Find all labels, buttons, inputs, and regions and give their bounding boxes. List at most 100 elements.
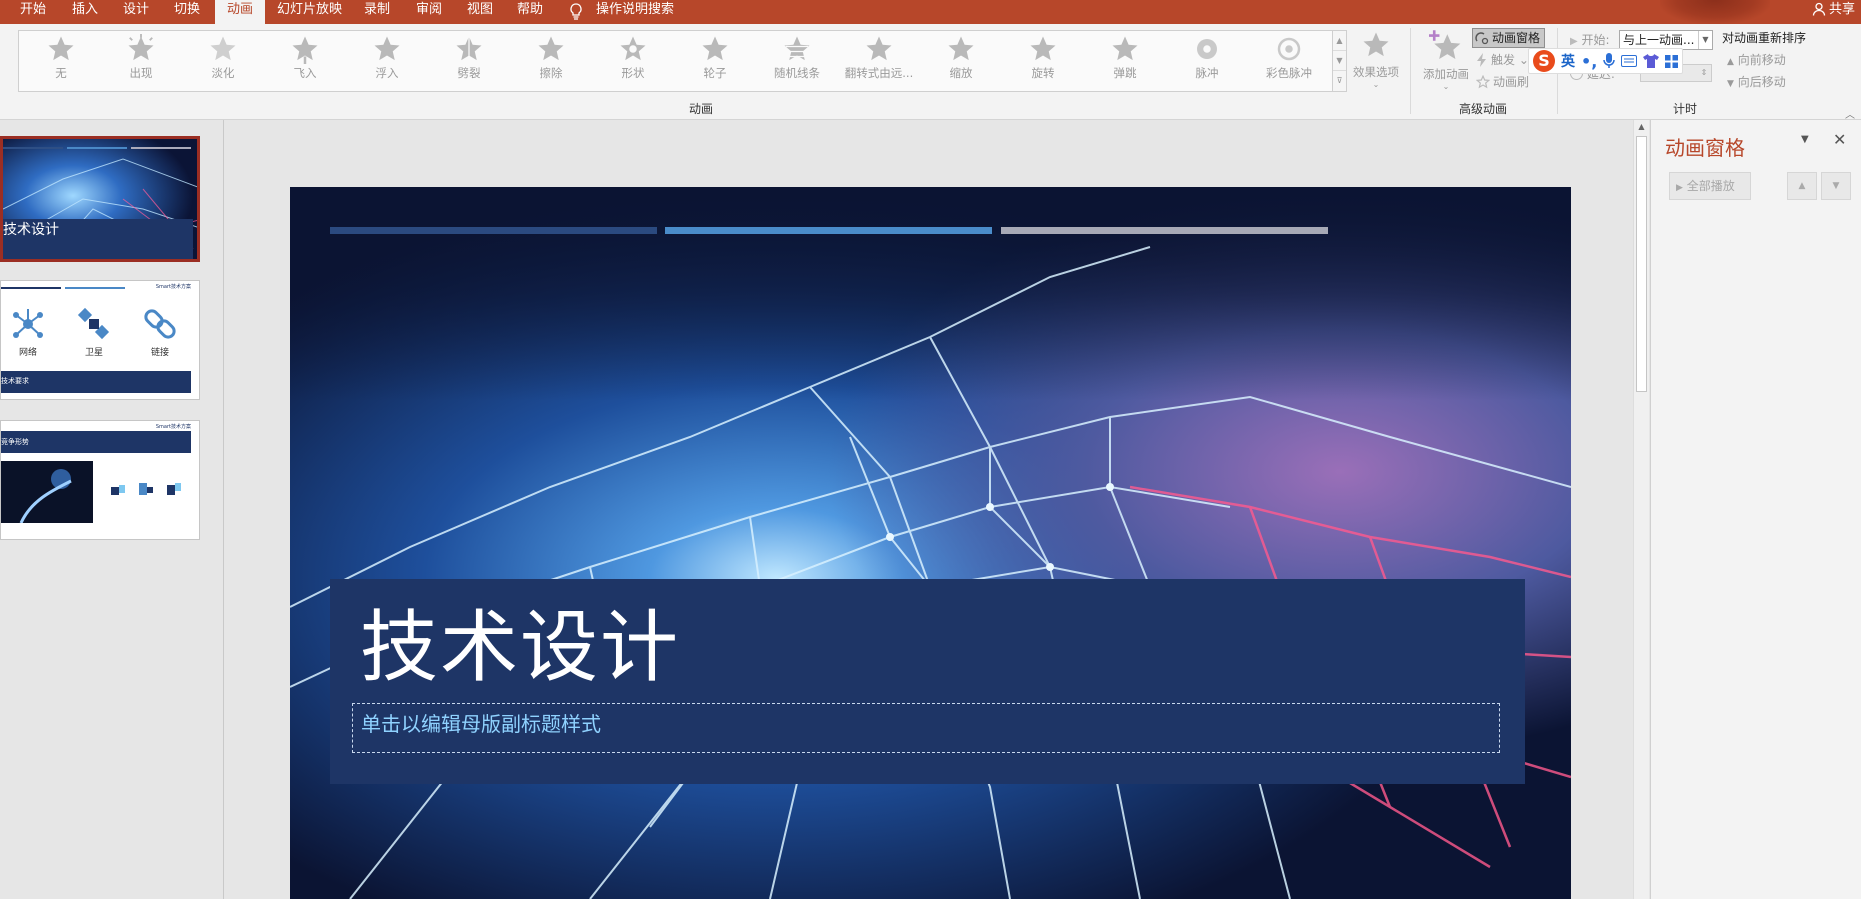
move-later-label: 向后移动	[1737, 75, 1786, 89]
star-shape-icon	[620, 36, 646, 61]
tab-design[interactable]: 设计	[117, 0, 155, 24]
slide-title[interactable]: 技术设计	[360, 585, 680, 697]
group-label-advanced: 高级动画	[1459, 102, 1508, 116]
pane-options-icon[interactable]: ▼	[1801, 134, 1809, 145]
effect-color-pulse[interactable]: 彩色脉冲	[1251, 34, 1327, 81]
user-icon	[1812, 2, 1826, 16]
effect-fade[interactable]: 淡化	[185, 34, 261, 81]
tab-view[interactable]: 视图	[461, 0, 499, 24]
star-swivel-icon	[1030, 36, 1056, 61]
chevron-down-icon: ⌄	[1442, 82, 1450, 91]
share-label: 共享	[1828, 2, 1855, 17]
star-turn-icon	[866, 36, 892, 61]
thumbnail-image	[3, 139, 197, 259]
editor-vertical-scrollbar[interactable]: ▲	[1633, 120, 1649, 899]
move-earlier-button[interactable]: ▲ 向前移动	[1727, 50, 1786, 70]
thumbnail-2-item-2: 卫星	[85, 348, 104, 358]
ime-toolbar[interactable]: S 英 •,	[1528, 48, 1684, 74]
effect-label: 旋转	[1031, 66, 1055, 80]
play-icon: ▶	[1676, 183, 1683, 193]
chevron-down-icon: ⌄	[1372, 80, 1380, 89]
spinner-icon: ⇕	[1700, 68, 1708, 77]
network-icon	[13, 309, 43, 338]
slide-thumbnail-3[interactable]: Smart技术方案 竞争形势	[0, 420, 200, 540]
link-icon	[144, 309, 176, 339]
slide-canvas[interactable]: 技术设计 单击以编辑母版副标题样式	[290, 187, 1571, 899]
keyboard-icon[interactable]	[1621, 55, 1638, 67]
thumbnail-3-photo	[1, 461, 93, 523]
effect-none[interactable]: 无	[23, 34, 99, 81]
triangle-down-icon: ▼	[1832, 181, 1840, 191]
punctuation-icon[interactable]: •,	[1581, 52, 1597, 71]
effect-bounce[interactable]: 弹跳	[1087, 34, 1163, 81]
star-float-icon	[374, 36, 400, 61]
tab-home[interactable]: 开始	[14, 0, 52, 24]
move-up-button[interactable]: ▲	[1787, 172, 1817, 200]
gallery-scroll[interactable]: ▲ ▼ ⊽	[1332, 30, 1347, 92]
collapse-ribbon-icon[interactable]: ︿	[1845, 106, 1855, 121]
skin-shirt-icon[interactable]	[1643, 54, 1660, 68]
add-star-icon	[1429, 30, 1461, 59]
effect-wipe[interactable]: 擦除	[513, 34, 589, 81]
effect-label: 擦除	[539, 66, 563, 80]
effect-pulse[interactable]: 脉冲	[1169, 34, 1245, 81]
reorder-title: 对动画重新排序	[1722, 31, 1807, 45]
scroll-thumb[interactable]	[1636, 136, 1647, 392]
effect-fly-in[interactable]: 飞入	[267, 34, 343, 81]
star-fly-icon	[292, 36, 318, 64]
scroll-up-icon[interactable]: ▲	[1634, 120, 1649, 134]
effect-float-in[interactable]: 浮入	[349, 34, 425, 81]
animation-pane-button[interactable]: 动画窗格	[1472, 28, 1546, 48]
title-decoration	[1660, 0, 1770, 24]
thumbnail-3-chart	[111, 483, 181, 495]
tab-record[interactable]: 录制	[358, 0, 396, 24]
move-later-button[interactable]: ▼ 向后移动	[1727, 72, 1786, 92]
tab-help[interactable]: 帮助	[511, 0, 549, 24]
start-label: ▶ 开始:	[1570, 30, 1610, 50]
tab-animations[interactable]: 动画	[215, 0, 266, 26]
trigger-label: 触发	[1491, 53, 1516, 67]
effect-label: 浮入	[375, 66, 399, 80]
add-animation-button[interactable]: 添加动画 ⌄	[1418, 30, 1474, 91]
thumbnail-1-title: 技术设计	[3, 222, 59, 238]
move-down-button[interactable]: ▼	[1821, 172, 1851, 200]
play-all-button[interactable]: ▶ 全部播放	[1669, 172, 1751, 200]
tech-network-background	[290, 187, 1571, 899]
close-icon[interactable]: ✕	[1833, 130, 1846, 149]
tab-insert[interactable]: 插入	[66, 0, 104, 24]
effect-random-bars[interactable]: 随机线条	[759, 34, 835, 81]
satellite-icon	[77, 307, 110, 340]
effect-options-button[interactable]: 效果选项 ⌄	[1350, 30, 1402, 89]
effect-split[interactable]: 劈裂	[431, 34, 507, 81]
effect-label: 形状	[621, 66, 645, 80]
start-select[interactable]: 与上一动画... ▼	[1619, 30, 1713, 50]
tab-review[interactable]: 审阅	[410, 0, 448, 24]
effect-swivel[interactable]: 旋转	[1005, 34, 1081, 81]
star-burst-icon	[128, 34, 154, 61]
trigger-button[interactable]: 触发 ⌄	[1476, 50, 1529, 70]
effect-label: 翻转式由远...	[844, 66, 914, 80]
effect-wheel[interactable]: 轮子	[677, 34, 753, 81]
tab-transitions[interactable]: 切换	[168, 0, 206, 24]
effect-grow-turn[interactable]: 翻转式由远...	[841, 34, 917, 81]
subtitle-text: 单击以编辑母版副标题样式	[361, 712, 601, 736]
subtitle-placeholder[interactable]: 单击以编辑母版副标题样式	[352, 703, 1500, 753]
slide-thumbnail-1[interactable]: 技术设计	[0, 136, 200, 262]
animation-gallery: 无 出现 淡化 飞入 浮入 劈裂 擦除 形状 轮子 随机线条 翻转式由远... …	[18, 30, 1347, 92]
animation-painter-button[interactable]: 动画刷	[1475, 72, 1529, 92]
ime-mode[interactable]: 英	[1561, 51, 1575, 71]
tab-slideshow[interactable]: 幻灯片放映	[271, 0, 348, 24]
play-icon: ▶	[1570, 36, 1578, 47]
effect-shape[interactable]: 形状	[595, 34, 671, 81]
star-icon	[1363, 32, 1389, 57]
grid-menu-icon[interactable]	[1665, 54, 1679, 68]
share-button[interactable]: 共享	[1812, 0, 1855, 20]
group-label-animation: 动画	[689, 102, 714, 116]
slide-thumbnail-2[interactable]: Smart技术方案 网络 卫星 链接 技术要求	[0, 280, 200, 400]
tell-me-search[interactable]: 操作说明搜索	[568, 0, 674, 24]
microphone-icon[interactable]	[1603, 53, 1616, 69]
sogou-logo-icon: S	[1533, 50, 1555, 72]
effect-appear[interactable]: 出现	[103, 34, 179, 81]
slide-editor: 技术设计 单击以编辑母版副标题样式	[225, 120, 1633, 899]
effect-zoom[interactable]: 缩放	[923, 34, 999, 81]
